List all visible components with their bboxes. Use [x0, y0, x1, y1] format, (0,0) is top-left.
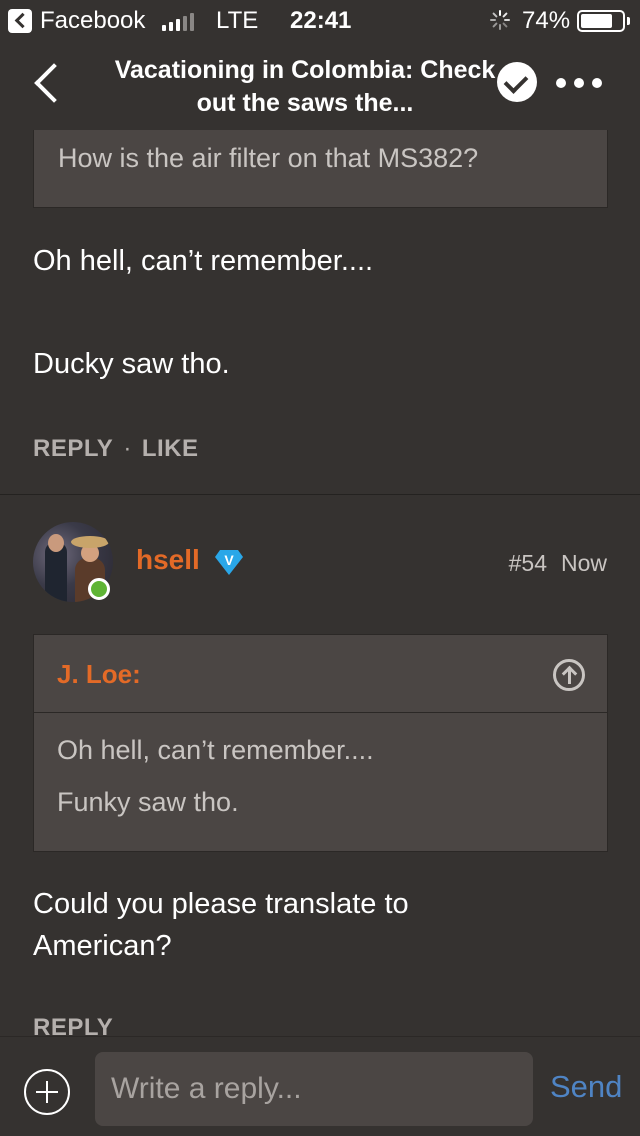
battery-percent: 74% — [522, 7, 571, 34]
back-to-app-icon[interactable] — [8, 9, 32, 33]
quote-line-2: Funky saw tho. — [57, 787, 239, 817]
back-chevron-icon[interactable] — [30, 62, 60, 106]
post-actions: REPLY — [33, 1014, 113, 1036]
previous-quote-block: How is the air filter on that MS382? — [33, 130, 608, 208]
prev-reply-button[interactable]: REPLY — [33, 435, 113, 462]
post-body: Could you please translate to American? — [33, 888, 409, 962]
reply-input[interactable] — [95, 1052, 533, 1126]
quote-line-1: Oh hell, can’t remember.... — [57, 735, 374, 765]
prev-post-line-1: Oh hell, can’t remember.... — [33, 245, 374, 277]
post-meta: #54 Now — [509, 550, 607, 577]
post-username[interactable]: hsell — [136, 544, 200, 576]
quote-author[interactable]: J. Loe: — [57, 659, 141, 690]
thread-title: Vacationing in Colombia: Check out the s… — [114, 56, 496, 117]
loading-spinner-icon — [490, 10, 510, 30]
prev-post-actions: REPLY · LIKE — [33, 435, 198, 463]
action-separator: · — [123, 435, 132, 462]
reply-bar: Send — [0, 1036, 640, 1136]
verified-diamond-icon: V — [215, 550, 243, 575]
watch-thread-check-icon[interactable] — [497, 62, 537, 102]
more-options-icon[interactable] — [556, 78, 602, 88]
status-time: 22:41 — [290, 7, 352, 34]
thread-content[interactable]: How is the air filter on that MS382? Oh … — [0, 130, 640, 1036]
send-button[interactable]: Send — [550, 1069, 622, 1105]
previous-quote-text: How is the air filter on that MS382? — [58, 143, 479, 173]
battery-icon — [577, 10, 630, 32]
quote-block: J. Loe: Oh hell, can’t remember.... Funk… — [33, 634, 608, 852]
badge-letter: V — [224, 552, 234, 568]
status-bar: Facebook LTE 22:41 74% — [0, 0, 640, 40]
post-divider — [0, 494, 640, 495]
prev-like-button[interactable]: LIKE — [142, 435, 199, 462]
online-status-icon — [88, 578, 110, 600]
network-type: LTE — [216, 7, 259, 34]
post-time: Now — [560, 550, 607, 576]
post-number[interactable]: #54 — [509, 550, 547, 576]
reply-button[interactable]: REPLY — [33, 1014, 113, 1036]
add-attachment-plus-icon[interactable] — [24, 1069, 70, 1115]
jump-to-quote-arrow-icon[interactable] — [553, 659, 585, 691]
status-app-name[interactable]: Facebook — [40, 7, 145, 35]
signal-strength-icon — [162, 11, 194, 31]
quote-header: J. Loe: — [34, 635, 607, 713]
nav-bar: Vacationing in Colombia: Check out the s… — [0, 40, 640, 130]
prev-post-line-2: Ducky saw tho. — [33, 348, 230, 380]
